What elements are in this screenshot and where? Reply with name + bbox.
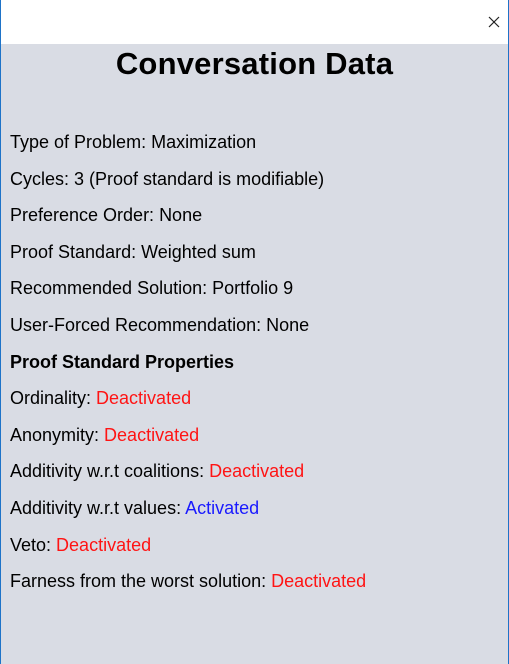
info-value: Weighted sum bbox=[141, 241, 256, 262]
property-status: Deactivated bbox=[104, 424, 200, 445]
property-label: Additivity w.r.t values: bbox=[10, 497, 186, 518]
conversation-data-window: Conversation Data Type of Problem: Maxim… bbox=[0, 0, 509, 664]
info-value: 3 (Proof standard is modifiable) bbox=[74, 168, 325, 189]
info-value: None bbox=[266, 314, 310, 335]
page-title: Conversation Data bbox=[115, 46, 394, 81]
property-status: Deactivated bbox=[209, 461, 305, 482]
info-label: Preference Order: bbox=[10, 205, 160, 226]
property-label: Anonymity: bbox=[10, 424, 105, 445]
property-label: Farness from the worst solution: bbox=[10, 571, 272, 592]
info-preference-order: Preference Order: None bbox=[10, 197, 505, 234]
property-status: Deactivated bbox=[271, 571, 367, 592]
info-value: Portfolio 9 bbox=[212, 278, 294, 299]
info-cycles: Cycles: 3 (Proof standard is modifiable) bbox=[10, 161, 505, 198]
close-button[interactable] bbox=[486, 14, 502, 30]
property-farness-worst-solution: Farness from the worst solution: Deactiv… bbox=[10, 563, 505, 600]
info-label: Recommended Solution: bbox=[10, 278, 213, 299]
property-status: Deactivated bbox=[56, 534, 152, 555]
info-value: None bbox=[159, 205, 203, 226]
conversation-details: Type of Problem: Maximization Cycles: 3 … bbox=[10, 124, 505, 600]
info-proof-standard: Proof Standard: Weighted sum bbox=[10, 234, 505, 271]
properties-heading: Proof Standard Properties bbox=[10, 351, 235, 372]
property-status: Activated bbox=[185, 497, 260, 518]
info-type-of-problem: Type of Problem: Maximization bbox=[10, 124, 505, 161]
property-status: Deactivated bbox=[96, 388, 192, 409]
property-label: Additivity w.r.t coalitions: bbox=[10, 461, 210, 482]
property-label: Ordinality: bbox=[10, 388, 97, 409]
info-value: Maximization bbox=[151, 132, 257, 152]
info-recommended-solution: Recommended Solution: Portfolio 9 bbox=[10, 270, 505, 307]
property-label: Veto: bbox=[10, 534, 57, 555]
title-bar bbox=[1, 0, 508, 44]
property-ordinality: Ordinality: Deactivated bbox=[10, 380, 505, 417]
property-additivity-coalitions: Additivity w.r.t coalitions: Deactivated bbox=[10, 453, 505, 490]
property-veto: Veto: Deactivated bbox=[10, 527, 505, 564]
property-additivity-values: Additivity w.r.t values: Activated bbox=[10, 490, 505, 527]
info-label: Proof Standard: bbox=[10, 241, 142, 262]
info-user-forced-recommendation: User-Forced Recommendation: None bbox=[10, 307, 505, 344]
property-anonymity: Anonymity: Deactivated bbox=[10, 417, 505, 454]
info-label: Cycles: bbox=[10, 168, 75, 189]
close-icon bbox=[488, 16, 500, 28]
info-label: User-Forced Recommendation: bbox=[10, 314, 267, 335]
info-label: Type of Problem: bbox=[10, 132, 152, 152]
